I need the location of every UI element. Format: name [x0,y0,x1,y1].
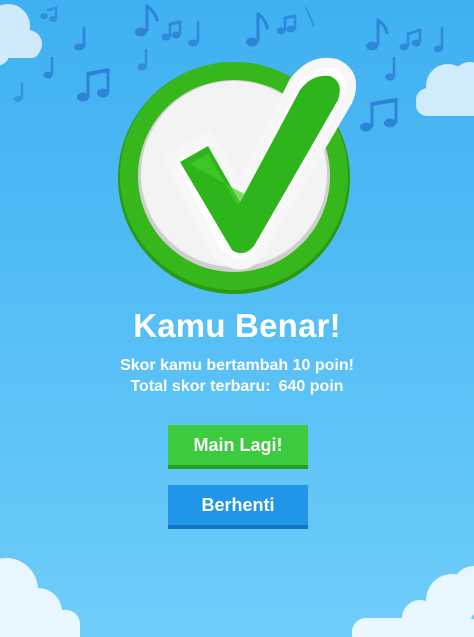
stop-button[interactable]: Berhenti [168,485,308,529]
music-note-icon [433,26,444,53]
total-score-value: 640 poin [278,378,344,395]
music-note-icon [188,20,200,47]
music-note-icon [77,68,110,102]
music-note-icon [14,82,24,102]
cloud-top-left [0,4,42,66]
music-note-icon [399,28,422,51]
cloud-bottom-right [352,566,474,637]
quiz-result-screen: Kamu Benar! Skor kamu bertambah 10 poin!… [0,0,474,637]
music-note-icon [276,14,297,35]
total-score-label: Total skor terbaru: [130,378,271,395]
music-note-icon [385,56,396,81]
music-note-icon [360,98,398,132]
music-note-icon [246,12,269,47]
music-note-icon [366,18,389,51]
result-title: Kamu Benar! [133,307,341,344]
music-note-icon [135,4,159,37]
play-again-button[interactable]: Main Lagi! [168,425,308,469]
music-note-icon [43,56,54,79]
checkmark-badge-icon [118,57,356,294]
music-note-icon [161,20,182,41]
total-score-row: Total skor terbaru: 640 poin [0,377,474,397]
score-added-text: Skor kamu bertambah 10 poin! [120,357,354,374]
cloud-right [416,62,474,116]
music-note-icon [305,7,315,27]
cloud-bottom-left [0,558,80,637]
music-note-icon [74,26,86,51]
music-note-icon [40,6,58,22]
